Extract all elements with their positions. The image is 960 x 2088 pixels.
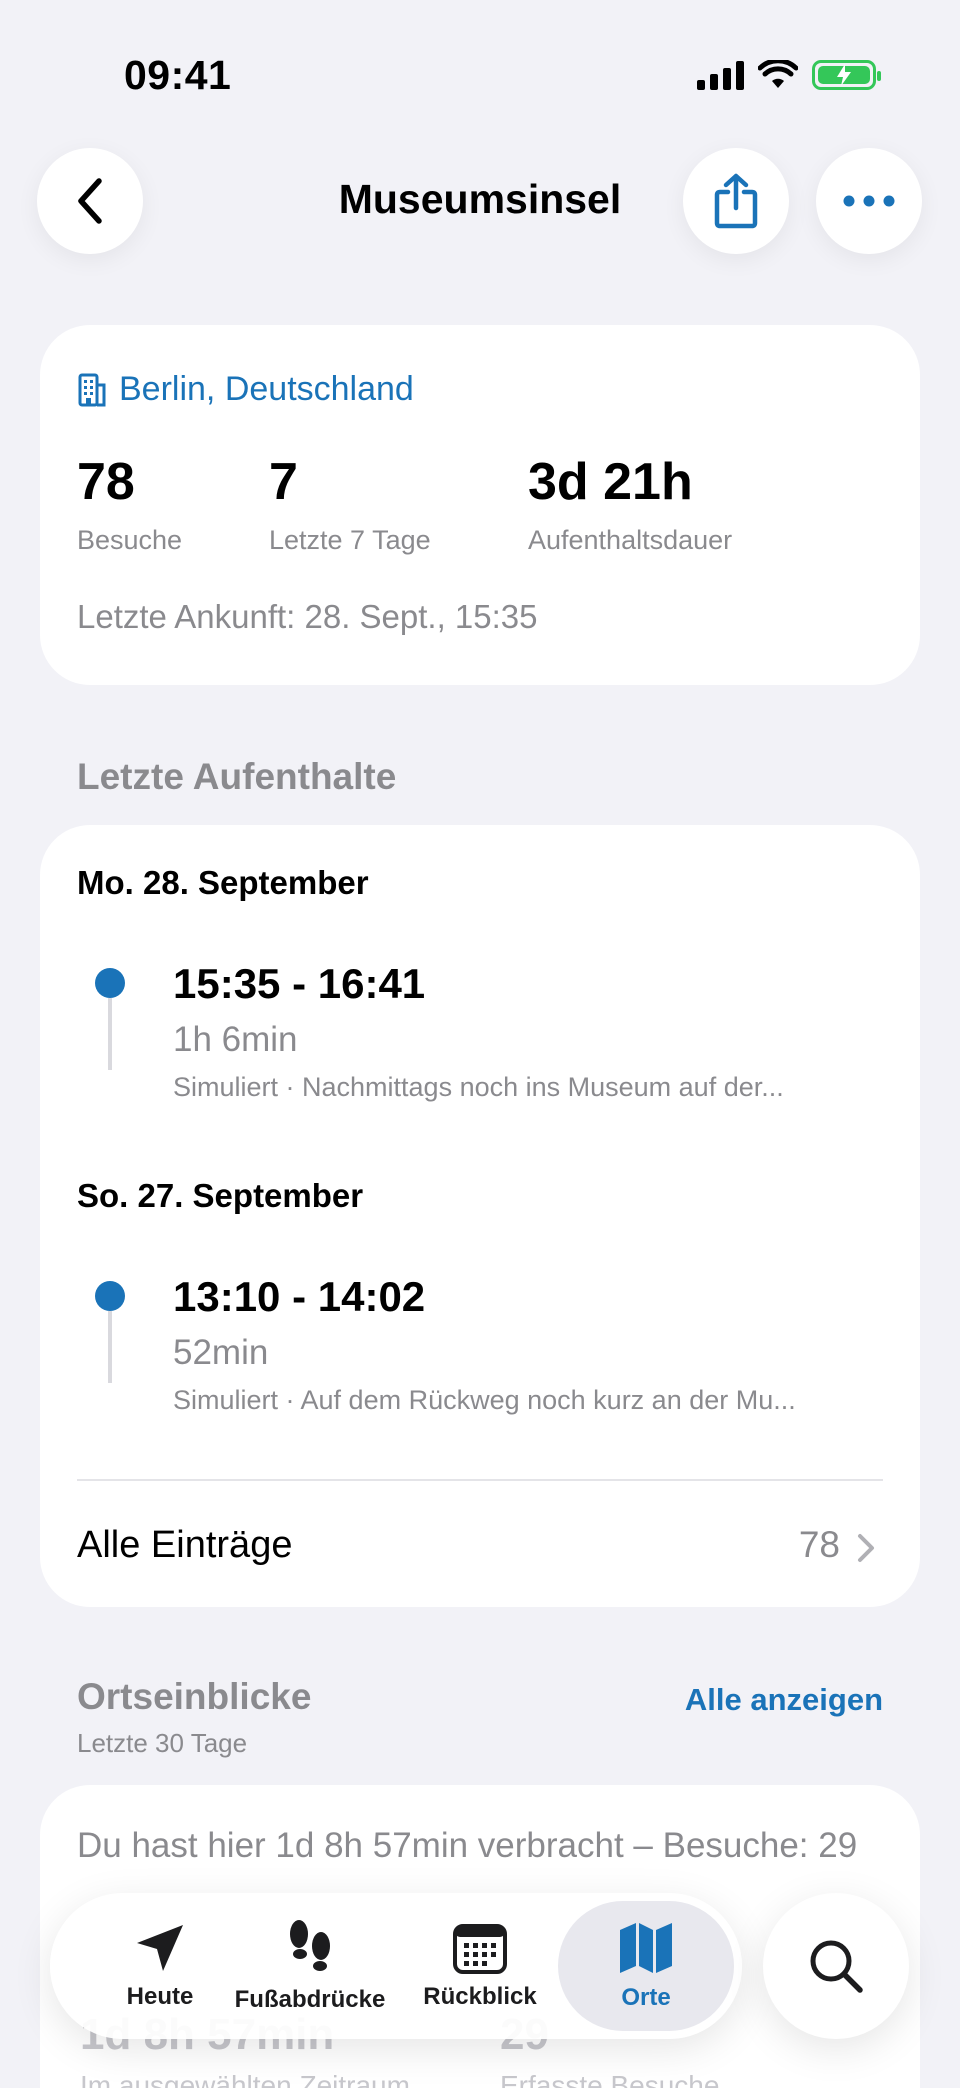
all-entries-row[interactable]: Alle Einträge 78 <box>40 1510 920 1590</box>
search-button[interactable] <box>763 1893 909 2039</box>
visits-label: Besuche <box>77 525 183 555</box>
day-heading: Mo. 28. September <box>77 864 369 901</box>
visits-value: 78 <box>77 453 135 511</box>
insight-visits-label: Erfasste Besuche <box>500 2070 720 2088</box>
status-time: 09:41 <box>124 52 232 98</box>
insights-title: Ortseinblicke <box>77 1676 312 1717</box>
stay-time: 15:35 - 16:41 <box>173 960 426 1007</box>
recent-stays-title: Letzte Aufenthalte <box>77 756 397 797</box>
battery-icon <box>812 60 881 90</box>
last-arrival: Letzte Ankunft: 28. Sept., 15:35 <box>77 598 538 635</box>
timeline-dot <box>95 1281 125 1311</box>
tab-label: Rückblick <box>423 1983 537 2010</box>
stay-time: 13:10 - 14:02 <box>173 1273 426 1320</box>
stay-duration: 52min <box>173 1333 269 1372</box>
map-icon <box>620 1923 672 1973</box>
stay-entry[interactable]: 15:35 - 16:41 1h 6min Simuliert · Nachmi… <box>77 930 883 1110</box>
tab-fussabdruecke[interactable]: Fußabdrücke <box>230 1893 390 2039</box>
last-7-days-value: 7 <box>269 453 298 511</box>
divider <box>77 1479 883 1481</box>
timeline-line <box>108 998 112 1070</box>
stay-entry[interactable]: 13:10 - 14:02 52min Simuliert · Auf dem … <box>77 1243 883 1423</box>
chevron-right-icon <box>858 1534 874 1562</box>
search-icon <box>810 1940 863 1993</box>
last-7-days-label: Letzte 7 Tage <box>269 525 431 555</box>
more-button[interactable] <box>816 148 922 254</box>
show-all-link[interactable]: Alle anzeigen <box>685 1682 883 1718</box>
tab-heute[interactable]: Heute <box>90 1893 230 2039</box>
location-link[interactable]: Berlin, Deutschland <box>77 370 414 409</box>
tab-label: Heute <box>126 1983 194 2010</box>
stay-duration: 1h 6min <box>173 1020 298 1059</box>
calendar-icon <box>453 1924 507 1974</box>
insight-duration-label: Im ausgewählten Zeitraum <box>80 2070 410 2088</box>
wifi-icon <box>758 60 798 88</box>
tab-label: Orte <box>621 1984 671 2011</box>
tab-bar: Heute Fußabdrücke Rückblick Orte <box>50 1893 742 2039</box>
status-icons <box>697 60 881 90</box>
share-icon <box>714 173 758 229</box>
timeline-dot <box>95 968 125 998</box>
footprints-icon <box>290 1920 330 1971</box>
insight-text: Du hast hier 1d 8h 57min verbracht – Bes… <box>77 1826 858 1865</box>
duration-value: 3d 21h <box>528 453 693 511</box>
duration-label: Aufenthaltsdauer <box>528 525 733 555</box>
building-icon <box>78 373 106 406</box>
share-button[interactable] <box>683 148 789 254</box>
all-entries-count: 78 <box>798 1524 840 1565</box>
insights-subtitle: Letzte 30 Tage <box>77 1728 248 1758</box>
stay-note: Simuliert · Auf dem Rückweg noch kurz an… <box>173 1385 796 1415</box>
tab-rueckblick[interactable]: Rückblick <box>400 1893 560 2039</box>
tab-orte[interactable]: Orte <box>566 1893 726 2039</box>
timeline-line <box>108 1311 112 1383</box>
location-label: Berlin, Deutschland <box>119 370 414 408</box>
day-heading: So. 27. September <box>77 1177 364 1214</box>
location-arrow-icon <box>137 1925 183 1971</box>
stay-note: Simuliert · Nachmittags noch ins Museum … <box>173 1072 784 1102</box>
ellipsis-icon <box>843 195 895 207</box>
all-entries-label: Alle Einträge <box>77 1524 293 1566</box>
cellular-signal-icon <box>697 60 744 90</box>
tab-label: Fußabdrücke <box>234 1986 386 2013</box>
